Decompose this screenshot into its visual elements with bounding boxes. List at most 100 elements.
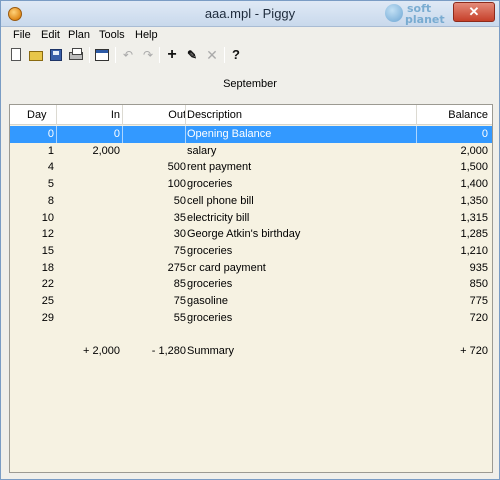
table-row[interactable]: 25 75 gasoline 775: [10, 293, 492, 310]
column-divider: [122, 105, 123, 125]
cell-description: groceries: [187, 178, 233, 191]
toolbar-separator: [89, 47, 90, 63]
new-document-icon: [11, 48, 21, 61]
cell-in: 0: [113, 128, 120, 140]
close-icon: ✕: [468, 4, 480, 19]
cell-balance: 1,350: [460, 194, 488, 207]
table-row[interactable]: 4 500 rent payment 1,500: [10, 159, 492, 176]
app-window: aaa.mpl - Piggy soft planet ✕ File Edit …: [0, 0, 500, 480]
new-button[interactable]: [7, 46, 25, 64]
table-row[interactable]: 10 35 electricity bill 1,315: [10, 210, 492, 227]
table-row[interactable]: 5 100 groceries 1,400: [10, 176, 492, 193]
undo-button[interactable]: ↶: [119, 46, 137, 64]
properties-icon: [95, 49, 109, 61]
cell-description: groceries: [187, 244, 233, 257]
cell-day: 0: [47, 128, 54, 140]
cell-day: 25: [41, 295, 54, 307]
column-divider: [416, 105, 417, 125]
cell-in: 2,000: [92, 144, 120, 157]
save-icon: [50, 49, 62, 61]
table-row[interactable]: 18 275 cr card payment 935: [10, 260, 492, 277]
table-row[interactable]: 1 2,000 salary 2,000: [10, 143, 492, 160]
cell-balance: 2,000: [460, 144, 488, 157]
month-heading: September: [223, 78, 277, 90]
title-bar[interactable]: aaa.mpl - Piggy soft planet ✕: [1, 1, 499, 27]
cell-day: 15: [41, 244, 54, 257]
watermark-logo-icon: [385, 4, 403, 22]
toolbar-separator: [224, 47, 225, 63]
cell-day: 10: [41, 211, 54, 224]
column-header-balance[interactable]: Balance: [420, 109, 488, 121]
menu-bar: File Edit Plan Tools Help: [1, 27, 499, 43]
open-button[interactable]: [27, 46, 45, 64]
cell-out: 85: [173, 278, 186, 291]
table-row[interactable]: 12 30 George Atkin's birthday 1,285: [10, 226, 492, 243]
close-button[interactable]: ✕: [453, 2, 495, 22]
add-icon: +: [167, 46, 177, 63]
save-button[interactable]: [47, 46, 65, 64]
toolbar-separator: [115, 47, 116, 63]
summary-out: - 1,280: [151, 345, 186, 357]
menu-tools[interactable]: Tools: [99, 29, 125, 41]
cell-balance: 850: [469, 278, 488, 291]
print-button[interactable]: [67, 46, 85, 64]
cell-description: groceries: [187, 311, 233, 324]
cell-balance: 775: [469, 295, 488, 307]
cell-description: cr card payment: [187, 261, 266, 274]
cell-description: salary: [187, 144, 217, 157]
toolbar: ↶ ↷ + ✎ ✕ ?: [1, 44, 499, 66]
column-header-day[interactable]: Day: [27, 109, 47, 121]
help-button[interactable]: ?: [227, 46, 245, 64]
menu-edit[interactable]: Edit: [41, 29, 60, 41]
cell-out: 75: [173, 244, 186, 257]
cell-balance: 1,315: [460, 211, 488, 224]
cell-description: rent payment: [187, 161, 252, 174]
edit-button[interactable]: ✎: [183, 46, 201, 64]
column-divider: [56, 105, 57, 125]
selection-divider: [416, 126, 417, 143]
summary-row[interactable]: + 2,000 - 1,280 Summary + 720: [10, 343, 492, 360]
menu-plan[interactable]: Plan: [68, 29, 90, 41]
cell-description: electricity bill: [187, 211, 250, 224]
delete-button[interactable]: ✕: [203, 46, 221, 64]
table-row[interactable]: 29 55 groceries 720: [10, 310, 492, 327]
cell-balance: 1,285: [460, 228, 488, 241]
ledger-header: Day In Out Description Balance: [10, 105, 492, 125]
selection-divider: [122, 126, 123, 143]
table-row[interactable]: 22 85 groceries 850: [10, 276, 492, 293]
cell-day: 18: [41, 261, 54, 274]
column-divider: [185, 105, 186, 125]
menu-help[interactable]: Help: [135, 29, 158, 41]
table-row-selected[interactable]: 0 0 Opening Balance 0: [10, 126, 492, 143]
cell-out: 75: [173, 295, 186, 307]
summary-in: + 2,000: [82, 345, 120, 357]
cell-out: 35: [173, 211, 186, 224]
summary-balance: + 720: [460, 345, 488, 357]
selection-divider: [56, 126, 57, 143]
cell-description: Opening Balance: [187, 128, 272, 140]
softplanet-watermark: soft planet: [385, 2, 447, 26]
cell-day: 1: [47, 144, 54, 157]
menu-tools-label: Tools: [99, 29, 125, 41]
redo-button[interactable]: ↷: [139, 46, 157, 64]
column-header-in[interactable]: In: [60, 109, 120, 121]
table-row[interactable]: 15 75 groceries 1,210: [10, 243, 492, 260]
column-header-out[interactable]: Out: [126, 109, 186, 121]
open-folder-icon: [29, 51, 43, 61]
edit-pencil-icon: ✎: [186, 48, 198, 62]
toolbar-separator: [159, 47, 160, 63]
ledger-table[interactable]: Day In Out Description Balance 0 0 Opening…: [9, 104, 493, 473]
menu-file[interactable]: File: [13, 29, 31, 41]
cell-out: 50: [173, 194, 186, 207]
menu-file-label: File: [13, 29, 31, 41]
table-row[interactable]: 8 50 cell phone bill 1,350: [10, 193, 492, 210]
add-button[interactable]: +: [163, 46, 181, 64]
cell-description: groceries: [187, 278, 233, 291]
summary-label: Summary: [187, 345, 235, 357]
column-header-description[interactable]: Description: [187, 109, 242, 121]
cell-out: 30: [173, 228, 186, 241]
selection-divider: [185, 126, 186, 143]
watermark-text-2: planet: [405, 13, 445, 26]
cell-balance: 720: [469, 311, 488, 324]
properties-button[interactable]: [93, 46, 111, 64]
